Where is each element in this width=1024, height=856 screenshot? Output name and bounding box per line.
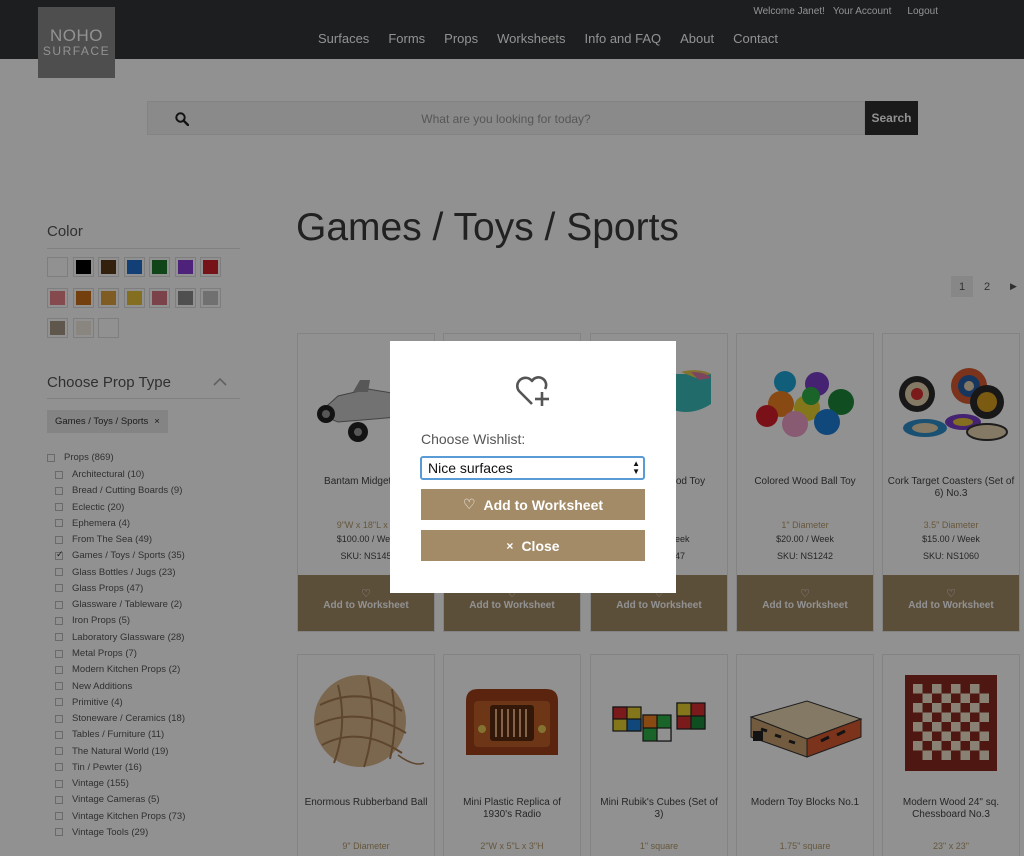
add-to-worksheet-modal-button[interactable]: ♡ Add to Worksheet	[421, 489, 645, 520]
wishlist-label: Choose Wishlist:	[421, 431, 526, 447]
heart-plus-icon	[516, 376, 549, 406]
add-button-label: Add to Worksheet	[483, 496, 604, 513]
heart-icon: ♡	[462, 496, 476, 512]
close-icon: ×	[506, 538, 514, 553]
close-modal-button[interactable]: × Close	[421, 530, 645, 561]
close-button-label: Close	[521, 537, 560, 554]
wishlist-selected-value: Nice surfaces	[428, 460, 513, 476]
select-arrows-icon: ▲ ▼	[632, 459, 640, 476]
wishlist-select[interactable]: Nice surfaces ▲ ▼	[420, 456, 645, 480]
wishlist-modal: Choose Wishlist: Nice surfaces ▲ ▼ ♡ Add …	[390, 341, 676, 593]
